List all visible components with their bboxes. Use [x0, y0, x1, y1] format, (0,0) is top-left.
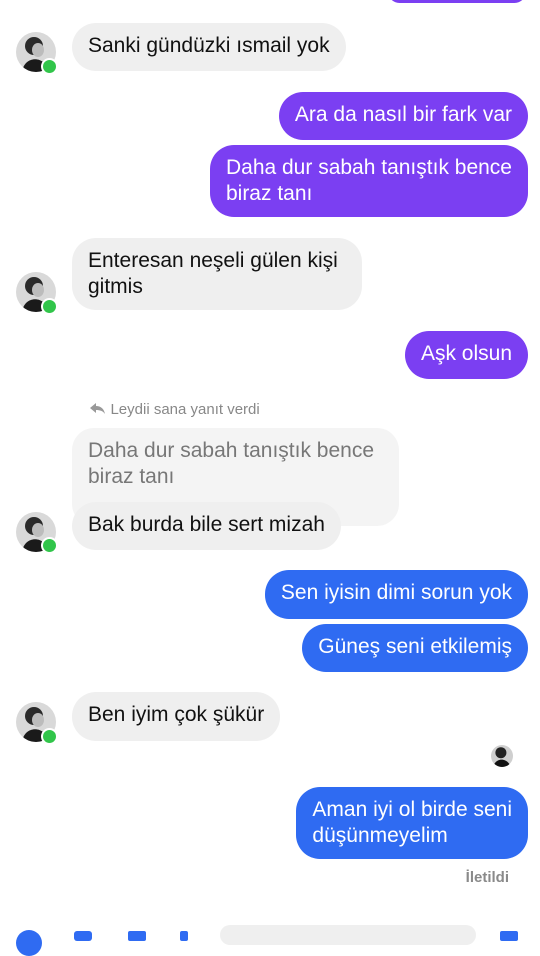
reply-arrow-icon [90, 403, 105, 414]
delivery-status: İletildi [465, 869, 509, 886]
partial-bubble [388, 0, 526, 3]
message-bubble-outgoing[interactable]: Aman iyi ol birde seni düşünmeyelim [296, 787, 528, 859]
online-indicator [41, 537, 58, 554]
message-bubble-incoming[interactable]: Enteresan neşeli gülen kişi gitmis [72, 238, 362, 310]
message-bubble-outgoing[interactable]: Daha dur sabah tanıştık bence biraz tanı [209, 145, 528, 217]
message-input[interactable] [220, 925, 476, 945]
message-bubble-outgoing[interactable]: Aşk olsun [404, 331, 528, 379]
message-bubble-outgoing[interactable]: Sen iyisin dimi sorun yok [264, 570, 528, 619]
image-icon[interactable] [74, 931, 92, 941]
reply-note-label: Leydii sana yanıt verdi [110, 401, 260, 418]
message-bubble-incoming[interactable]: Sanki gündüzki ısmail yok [72, 23, 346, 71]
message-bubble-incoming[interactable]: Bak burda bile sert mizah [72, 502, 341, 550]
seen-avatar-icon [491, 745, 513, 767]
online-indicator [41, 298, 58, 315]
like-icon[interactable] [500, 931, 518, 941]
online-indicator [41, 58, 58, 75]
camera-icon[interactable] [16, 930, 42, 956]
online-indicator [41, 728, 58, 745]
mic-icon[interactable] [128, 931, 146, 941]
message-bubble-outgoing[interactable]: Ara da nasıl bir fark var [278, 92, 528, 140]
message-bubble-outgoing[interactable]: Güneş seni etkilemiş [302, 624, 528, 672]
more-icon[interactable] [180, 931, 188, 941]
message-bubble-incoming[interactable]: Ben iyim çok şükür [72, 692, 281, 741]
reply-note: Leydii sana yanıt verdi [90, 401, 260, 419]
composer-bar [0, 925, 540, 956]
